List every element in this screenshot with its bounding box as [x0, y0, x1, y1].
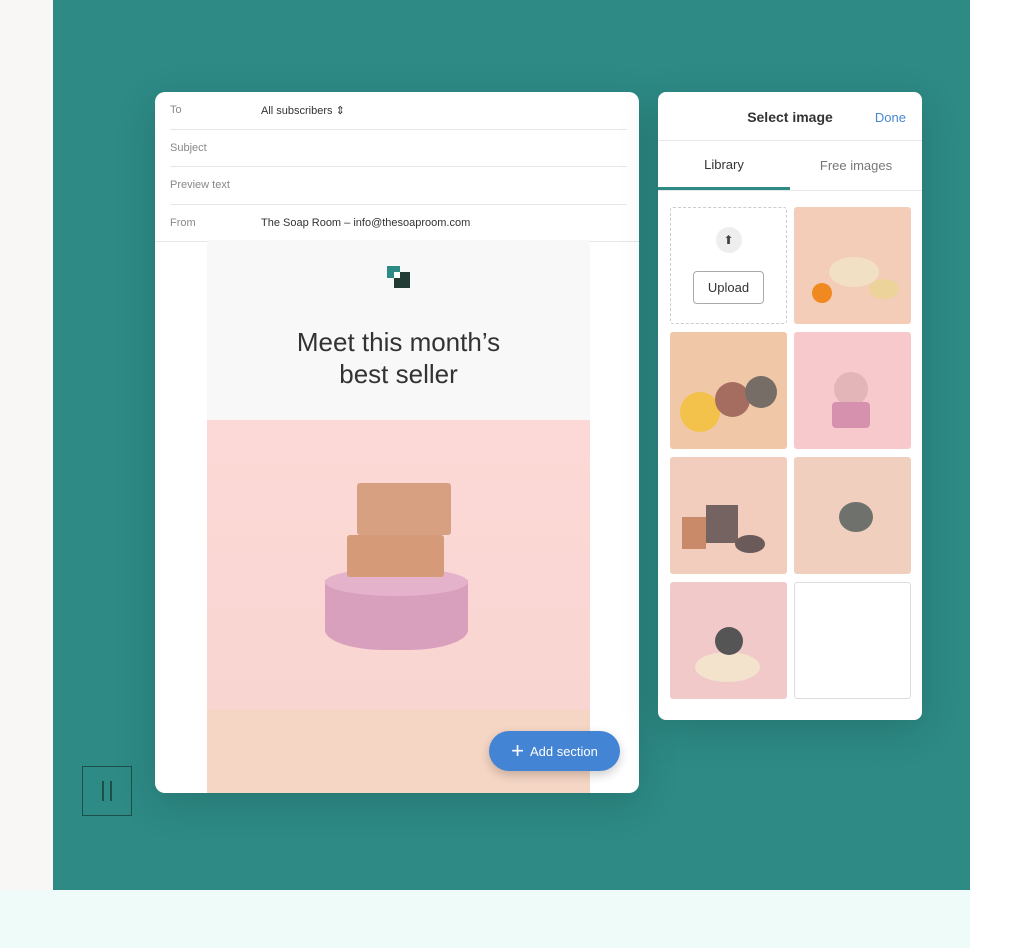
- to-field[interactable]: To All subscribers ⇕: [170, 92, 627, 130]
- left-strip: [0, 0, 53, 890]
- subject-field[interactable]: Subject: [170, 130, 627, 167]
- email-canvas[interactable]: Meet this month’s best seller: [207, 240, 590, 793]
- library-image[interactable]: [670, 457, 787, 574]
- pause-icon: [102, 781, 104, 801]
- empty-image-slot: [794, 582, 911, 699]
- plus-icon: +: [511, 738, 524, 763]
- tab-library[interactable]: Library: [658, 141, 790, 190]
- pause-button[interactable]: [82, 766, 132, 816]
- select-image-panel: Select image Done Library Free images ⬆ Up…: [658, 92, 922, 720]
- email-headline: Meet this month’s best seller: [296, 327, 501, 389]
- preview-text-field[interactable]: Preview text: [170, 167, 627, 205]
- library-image[interactable]: [670, 332, 787, 449]
- brand-logo: [385, 264, 411, 290]
- library-image[interactable]: [670, 582, 787, 699]
- library-image[interactable]: [794, 332, 911, 449]
- email-editor: To All subscribers ⇕ Subject Preview text…: [155, 92, 639, 793]
- upload-button[interactable]: Upload: [692, 271, 765, 304]
- bottom-band: [0, 890, 970, 948]
- hero-image[interactable]: [207, 420, 590, 710]
- upload-arrow-icon: ⬆: [715, 227, 742, 253]
- done-button[interactable]: Done: [875, 110, 906, 125]
- add-section-button[interactable]: + Add section: [489, 731, 620, 771]
- library-image[interactable]: [794, 457, 911, 574]
- tab-free-images[interactable]: Free images: [790, 141, 922, 190]
- recipients-select[interactable]: All subscribers ⇕: [261, 104, 345, 117]
- upload-tile[interactable]: ⬆ Upload: [670, 207, 787, 324]
- library-image[interactable]: [794, 207, 911, 324]
- from-field[interactable]: From The Soap Room – info@thesoaproom.com: [155, 205, 639, 242]
